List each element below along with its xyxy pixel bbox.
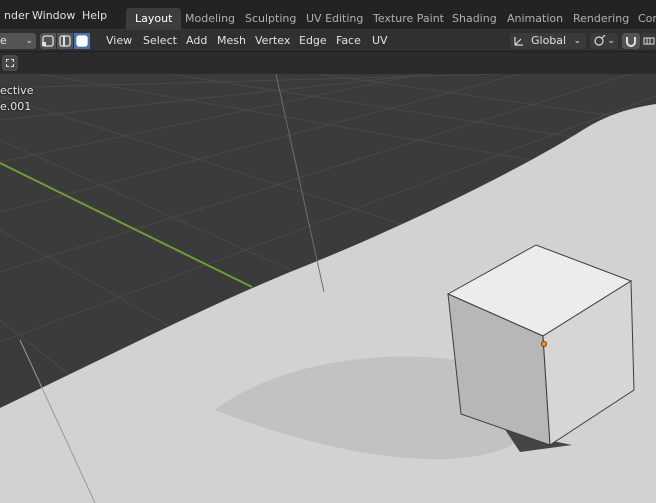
chevron-down-icon: ⌄	[607, 36, 615, 46]
snap-toggle[interactable]	[622, 33, 640, 49]
viewport-header: e ⌄ View Select Add Mesh Vertex Edge Fac…	[0, 29, 656, 51]
tool-settings-row	[0, 52, 656, 74]
tab-compositing[interactable]: Con	[629, 8, 656, 29]
menu-view[interactable]: View	[106, 33, 132, 49]
chevron-down-icon: ⌄	[25, 36, 33, 46]
tab-texture-paint[interactable]: Texture Paint	[364, 8, 453, 29]
tab-animation[interactable]: Animation	[498, 8, 572, 29]
viewport-info-overlay: ective e.001	[0, 83, 33, 115]
face-select-icon	[76, 35, 88, 47]
menu-vertex[interactable]: Vertex	[255, 33, 290, 49]
selected-vertex[interactable]	[541, 340, 548, 347]
top-bar: nder Window Help Layout Modeling Sculpti…	[0, 0, 656, 30]
pivot-icon	[594, 35, 606, 46]
orientation-axes-icon	[514, 37, 523, 46]
orientation-label: Global	[531, 34, 567, 47]
tab-modeling[interactable]: Modeling	[176, 8, 244, 29]
snap-increment-icon	[643, 37, 655, 45]
3d-viewport[interactable]	[0, 74, 656, 503]
menu-face[interactable]: Face	[336, 33, 361, 49]
chevron-down-icon: ⌄	[573, 36, 581, 46]
tab-layout[interactable]: Layout	[126, 8, 182, 29]
menu-add[interactable]: Add	[186, 33, 207, 49]
tab-rendering[interactable]: Rendering	[564, 8, 638, 29]
mode-label: e	[0, 34, 7, 47]
tab-sculpting[interactable]: Sculpting	[236, 8, 305, 29]
transform-orientation-dropdown[interactable]: Global ⌄	[510, 33, 586, 49]
snap-target-dropdown[interactable]	[641, 33, 656, 49]
tab-shading[interactable]: Shading	[443, 8, 506, 29]
edge-select-icon	[59, 35, 71, 47]
tab-uv-editing[interactable]: UV Editing	[297, 8, 372, 29]
magnet-icon	[626, 37, 636, 47]
vertex-select-icon	[42, 35, 54, 47]
face-select-button[interactable]	[74, 33, 90, 49]
vertex-select-button[interactable]	[40, 33, 56, 49]
menu-help[interactable]: Help	[78, 6, 111, 25]
edge-select-button[interactable]	[57, 33, 73, 49]
select-box-icon	[6, 59, 14, 67]
pivot-point-dropdown[interactable]: ⌄	[590, 33, 618, 49]
select-box-tool-button[interactable]	[2, 55, 18, 71]
mode-dropdown[interactable]: e ⌄	[0, 33, 36, 49]
menu-edge[interactable]: Edge	[299, 33, 327, 49]
menu-window[interactable]: Window	[28, 6, 79, 25]
view-perspective-label: ective	[0, 84, 34, 97]
active-object-label: e.001	[0, 100, 32, 113]
menu-mesh[interactable]: Mesh	[217, 33, 246, 49]
menu-select[interactable]: Select	[143, 33, 177, 49]
menu-uv[interactable]: UV	[372, 33, 388, 49]
